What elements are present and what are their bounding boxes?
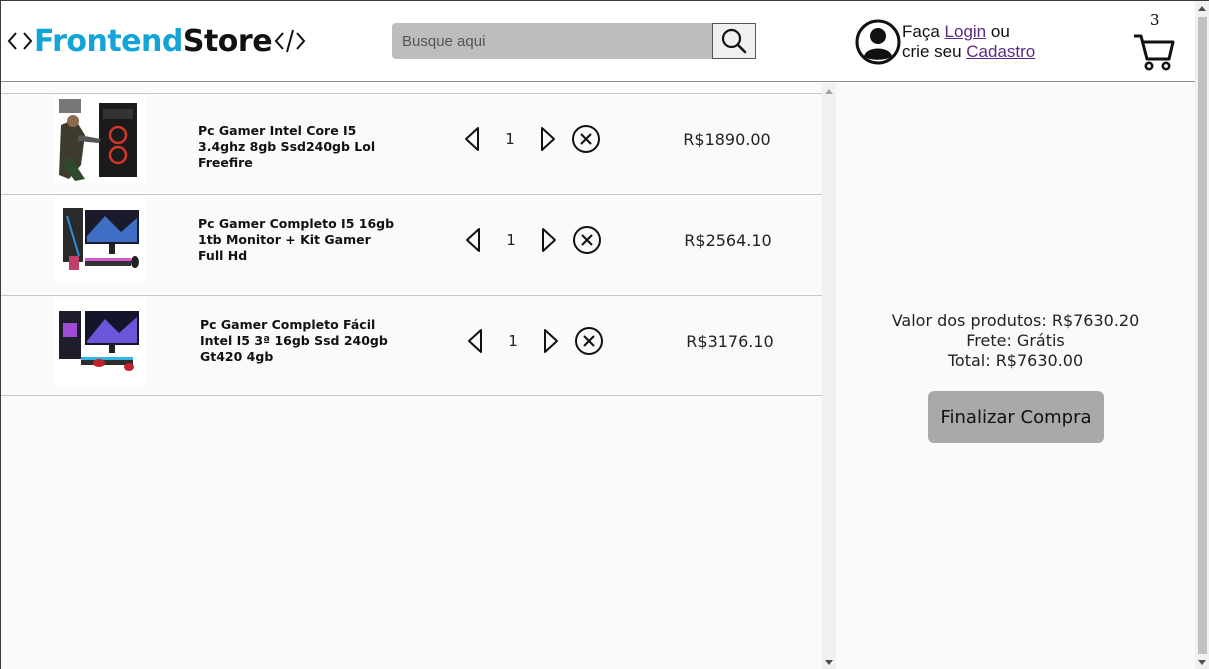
decrease-quantity-button[interactable] [464,227,482,253]
signup-link[interactable]: Cadastro [966,42,1035,61]
user-account-area: Faça Login ou crie seu Cadastro [855,19,1035,65]
chevron-left-icon [465,127,479,151]
page-scroll-down-arrow-icon[interactable] [1198,660,1206,665]
quantity-stepper: 1 [464,225,602,255]
close-circle-icon [573,226,601,254]
products-value: Valor dos produtos: R$7630.20 [891,311,1140,330]
login-prefix: Faça [902,22,940,41]
scroll-down-arrow-icon[interactable] [825,660,833,665]
increase-quantity-button[interactable] [540,227,558,253]
product-price: R$3176.10 [686,332,774,351]
site-header: FrontendStore Faça Login ou [1,1,1195,82]
signup-prefix: crie seu [902,42,962,61]
chevron-right-icon [544,329,558,353]
cart-item-row: Pc Gamer Completo Fácil Intel I5 3ª 16gb… [1,295,822,396]
page-scrollbar-thumb[interactable] [1198,17,1207,654]
search-bar [392,23,756,59]
store-logo[interactable]: Frontend Store [4,19,306,63]
user-auth-text: Faça Login ou crie seu Cadastro [902,22,1035,62]
chevron-left-icon [468,329,482,353]
cart-item-row: Pc Gamer Completo I5 16gb 1tb Monitor + … [1,194,822,295]
checkout-button[interactable]: Finalizar Compra [928,391,1104,443]
product-name: Pc Gamer Completo I5 16gb 1tb Monitor + … [198,216,395,263]
quantity-stepper: 1 [466,326,604,356]
code-brackets-closing-icon [274,29,306,53]
shipping-value: Frete: Grátis [966,331,1065,350]
shopping-cart-icon [1134,34,1175,71]
signup-line: crie seu Cadastro [902,42,1035,62]
chevron-left-icon [466,228,480,252]
close-circle-icon [575,327,603,355]
login-line: Faça Login ou [902,22,1035,42]
order-summary-values: Valor dos produtos: R$7630.20 Frete: Grá… [836,311,1195,371]
product-name: Pc Gamer Intel Core I5 3.4ghz 8gb Ssd240… [198,123,376,170]
remove-item-button[interactable] [574,326,604,356]
order-summary-panel: Valor dos produtos: R$7630.20 Frete: Grá… [836,83,1195,669]
quantity-value: 1 [508,332,518,350]
login-link[interactable]: Login [945,22,987,41]
quantity-value: 1 [505,130,515,148]
chevron-right-icon [541,127,555,151]
login-or: ou [990,22,1010,41]
search-button[interactable] [712,23,756,59]
increase-quantity-button[interactable] [542,328,560,354]
user-avatar-icon[interactable] [855,19,901,65]
scroll-up-arrow-icon[interactable] [825,89,833,94]
total-value: Total: R$7630.00 [947,351,1084,370]
cart-item-row: Pc Gamer Intel Core I5 3.4ghz 8gb Ssd240… [1,93,822,194]
product-image [55,297,145,385]
remove-item-button[interactable] [572,225,602,255]
product-image [55,196,145,284]
cart-items-list: Pc Gamer Intel Core I5 3.4ghz 8gb Ssd240… [1,83,822,669]
close-circle-icon [572,125,600,153]
page-scroll-up-arrow-icon[interactable] [1198,6,1206,11]
logo-text-store: Store [182,23,273,59]
decrease-quantity-button[interactable] [466,328,484,354]
code-brackets-left-icon [7,32,33,50]
search-icon [721,28,747,54]
decrease-quantity-button[interactable] [463,126,481,152]
product-image [55,95,145,183]
cart-list-scrollbar[interactable] [822,83,836,669]
quantity-value: 1 [506,231,516,249]
remove-item-button[interactable] [571,124,601,154]
product-price: R$1890.00 [683,130,771,149]
chevron-right-icon [542,228,556,252]
search-input[interactable] [392,23,712,59]
cart-count-badge: 3 [1150,11,1160,29]
quantity-stepper: 1 [463,124,601,154]
product-name: Pc Gamer Completo Fácil Intel I5 3ª 16gb… [200,317,388,364]
logo-text-frontend: Frontend [34,23,183,59]
page-scrollbar[interactable] [1195,1,1209,669]
cart-button[interactable]: 3 [1133,11,1177,73]
product-price: R$2564.10 [684,231,772,250]
increase-quantity-button[interactable] [539,126,557,152]
